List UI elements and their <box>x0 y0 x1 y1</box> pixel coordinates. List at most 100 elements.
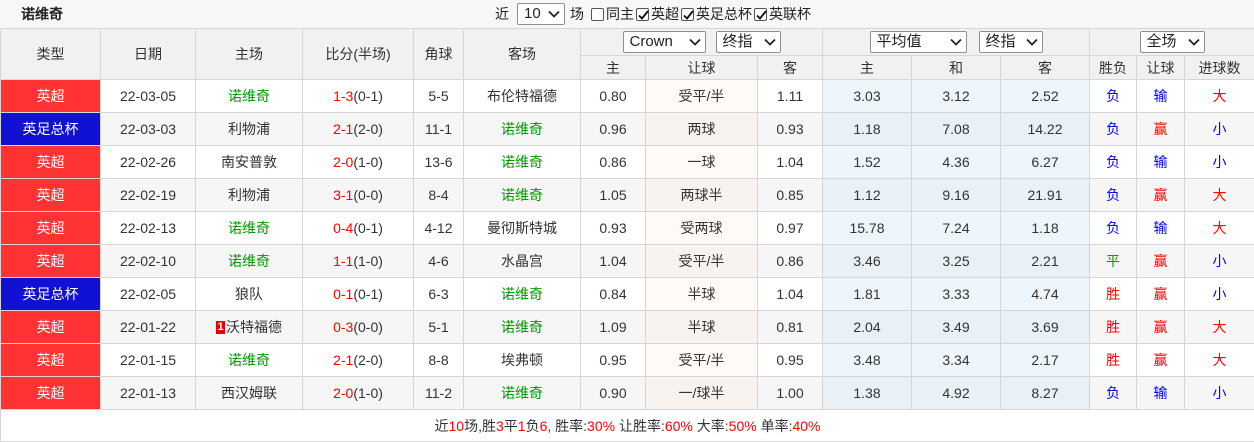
crown-away-odds: 1.04 <box>757 145 823 179</box>
league-cell[interactable]: 英超 <box>0 376 101 410</box>
avg-away-odds: 6.27 <box>1000 145 1090 179</box>
score-cell[interactable]: 3-1(0-0) <box>302 178 414 212</box>
away-team[interactable]: 埃弗顿 <box>501 352 543 368</box>
away-team[interactable]: 诺维奇 <box>501 286 543 302</box>
score-cell[interactable]: 1-3(0-1) <box>302 79 414 113</box>
column-header-corners: 角球 <box>413 28 464 80</box>
league-cell[interactable]: 英足总杯 <box>0 277 101 311</box>
avg-draw-odds: 3.25 <box>911 244 1001 278</box>
corners: 8-4 <box>413 178 464 212</box>
odds-stage-select[interactable]: 终指 <box>715 31 781 53</box>
away-team-cell: 曼彻斯特城 <box>463 211 581 245</box>
corners: 4-6 <box>413 244 464 278</box>
match-result: 负 <box>1089 145 1137 179</box>
odds-company-select[interactable]: Crown <box>622 31 706 53</box>
home-team[interactable]: 南安普敦 <box>221 154 277 170</box>
away-team[interactable]: 诺维奇 <box>501 385 543 401</box>
checkbox-label-premier-league[interactable]: 英超 <box>651 3 679 25</box>
home-team[interactable]: 沃特福德 <box>226 319 282 335</box>
summary-label: 单率: <box>756 417 793 434</box>
away-team[interactable]: 布伦特福德 <box>487 88 557 104</box>
score-cell[interactable]: 1-1(1-0) <box>302 244 414 278</box>
summary-value: 1 <box>517 417 526 434</box>
away-team[interactable]: 诺维奇 <box>501 121 543 137</box>
league-name[interactable]: 英超 <box>37 187 65 203</box>
away-team[interactable]: 曼彻斯特城 <box>487 220 557 236</box>
handicap-result: 赢 <box>1136 343 1185 377</box>
league-name[interactable]: 英超 <box>37 154 65 170</box>
checkbox-label-league-cup[interactable]: 英联杯 <box>769 3 811 25</box>
match-count-select[interactable]: 10 <box>517 3 565 25</box>
match-date: 22-01-13 <box>100 376 196 410</box>
home-team[interactable]: 诺维奇 <box>228 88 270 104</box>
chevron-down-icon <box>949 38 962 46</box>
match-row: 英超 22-02-26 南安普敦 2-0(1-0) 13-6 诺维奇 0.86 … <box>0 145 1254 179</box>
avg-home-odds: 1.38 <box>822 376 912 410</box>
league-cell[interactable]: 英足总杯 <box>0 112 101 146</box>
full-time-score[interactable]: 2-1 <box>333 121 353 137</box>
league-cell[interactable]: 英超 <box>0 343 101 377</box>
home-team[interactable]: 利物浦 <box>228 121 270 137</box>
league-cell[interactable]: 英超 <box>0 211 101 245</box>
home-team[interactable]: 诺维奇 <box>228 253 270 269</box>
crown-away-odds: 0.95 <box>757 343 823 377</box>
full-time-score[interactable]: 2-1 <box>333 352 353 368</box>
goals-result: 大 <box>1184 211 1254 245</box>
checkbox-fa-cup[interactable] <box>681 7 694 21</box>
half-time-score: (1-0) <box>353 154 383 170</box>
checkbox-label-same-home[interactable]: 同主 <box>606 3 634 25</box>
league-name[interactable]: 英超 <box>37 220 65 236</box>
league-name[interactable]: 英超 <box>37 319 65 335</box>
score-cell[interactable]: 2-1(2-0) <box>302 343 414 377</box>
crown-handicap: 一/球半 <box>645 376 758 410</box>
check-icon-path <box>756 9 767 20</box>
crown-home-odds: 1.09 <box>580 310 646 344</box>
home-team[interactable]: 狼队 <box>235 286 263 302</box>
league-name[interactable]: 英超 <box>37 352 65 368</box>
home-team[interactable]: 利物浦 <box>228 187 270 203</box>
home-team-cell: 诺维奇 <box>195 211 303 245</box>
full-time-score[interactable]: 2-0 <box>333 385 353 401</box>
average-type-select[interactable]: 平均值 <box>869 31 967 53</box>
full-time-score[interactable]: 1-1 <box>333 253 353 269</box>
home-team[interactable]: 诺维奇 <box>228 220 270 236</box>
league-cell[interactable]: 英超 <box>0 79 101 113</box>
home-team[interactable]: 诺维奇 <box>228 352 270 368</box>
column-header-handicap-result: 让球 <box>1136 55 1185 80</box>
score-cell[interactable]: 2-0(1-0) <box>302 145 414 179</box>
full-time-score[interactable]: 2-0 <box>333 154 353 170</box>
full-time-score[interactable]: 3-1 <box>333 187 353 203</box>
checkbox-label-fa-cup[interactable]: 英足总杯 <box>696 3 752 25</box>
checkbox-same-home[interactable] <box>591 7 604 21</box>
away-team[interactable]: 诺维奇 <box>501 187 543 203</box>
score-cell[interactable]: 0-3(0-0) <box>302 310 414 344</box>
chevron-down-icon <box>1025 38 1038 46</box>
score-cell[interactable]: 0-1(0-1) <box>302 277 414 311</box>
match-row: 英足总杯 22-03-03 利物浦 2-1(2-0) 11-1 诺维奇 0.96… <box>0 112 1254 146</box>
score-cell[interactable]: 2-0(1-0) <box>302 376 414 410</box>
away-team[interactable]: 水晶宫 <box>501 253 543 269</box>
league-name[interactable]: 英超 <box>37 88 65 104</box>
full-time-score[interactable]: 0-4 <box>333 220 353 236</box>
full-time-score[interactable]: 0-1 <box>333 286 353 302</box>
result-scope-select[interactable]: 全场 <box>1139 31 1205 53</box>
away-team[interactable]: 诺维奇 <box>501 154 543 170</box>
league-cell[interactable]: 英超 <box>0 178 101 212</box>
league-cell[interactable]: 英超 <box>0 310 101 344</box>
full-time-score[interactable]: 1-3 <box>333 88 353 104</box>
checkbox-premier-league[interactable] <box>636 7 649 21</box>
league-name[interactable]: 英超 <box>37 253 65 269</box>
league-name[interactable]: 英足总杯 <box>23 286 79 302</box>
average-stage-select[interactable]: 终指 <box>978 31 1043 53</box>
home-team[interactable]: 西汉姆联 <box>221 385 277 401</box>
away-team[interactable]: 诺维奇 <box>501 319 543 335</box>
full-time-score[interactable]: 0-3 <box>333 319 353 335</box>
checkbox-league-cup[interactable] <box>754 7 767 21</box>
league-cell[interactable]: 英超 <box>0 244 101 278</box>
league-name[interactable]: 英足总杯 <box>23 121 79 137</box>
league-cell[interactable]: 英超 <box>0 145 101 179</box>
column-header-goals: 进球数 <box>1184 55 1254 80</box>
score-cell[interactable]: 2-1(2-0) <box>302 112 414 146</box>
score-cell[interactable]: 0-4(0-1) <box>302 211 414 245</box>
league-name[interactable]: 英超 <box>37 385 65 401</box>
